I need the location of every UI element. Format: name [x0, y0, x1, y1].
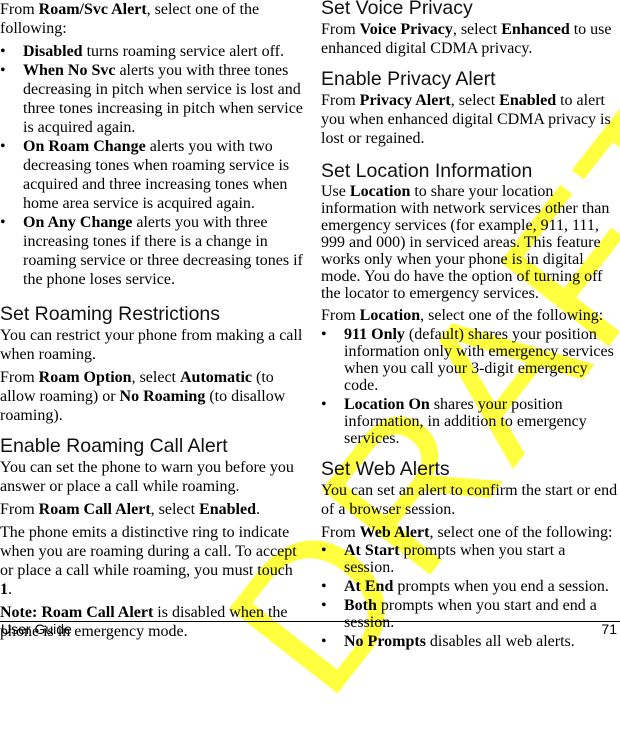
location-para: Use Location to share your location info… [321, 183, 610, 302]
heading-privacy-alert: Enable Privacy Alert [321, 68, 496, 90]
list-item: • Location On shares your position inform… [321, 396, 587, 447]
privacy-alert-para: From Privacy Alert, select Enabled to al… [321, 92, 611, 147]
web-alert-select-para: From Web Alert, select one of the follow… [321, 524, 613, 541]
location-options-list: • 911 Only (default) shares your position… [321, 326, 619, 447]
footer-title: User Guide [1, 621, 72, 637]
heading-roaming-restrictions: Set Roaming Restrictions [0, 303, 221, 325]
bullet-icon: • [0, 214, 6, 231]
heading-voice-privacy: Set Voice Privacy [321, 0, 473, 19]
location-select-para: From Location, select one of the followi… [321, 307, 604, 324]
roaming-call-alert-para: You can set the phone to warn you before… [0, 459, 294, 495]
bullet-icon: • [0, 43, 6, 60]
heading-location: Set Location Information [321, 160, 533, 182]
heading-web-alerts: Set Web Alerts [321, 458, 450, 480]
list-item: • 911 Only (default) shares your position… [321, 326, 614, 394]
bullet-icon: • [0, 138, 6, 155]
list-item: • Disabled turns roaming service alert of… [0, 43, 284, 60]
list-item: • Both prompts when you start and end a s… [321, 597, 597, 631]
list-item: • At End prompts when you end a session. [321, 578, 609, 595]
roam-alert-options-list: • Disabled turns roaming service alert of… [0, 42, 306, 289]
roaming-restrictions-para: You can restrict your phone from making … [0, 327, 303, 363]
voice-privacy-para: From Voice Privacy, select Enhanced to u… [321, 21, 612, 57]
bullet-icon: • [321, 396, 327, 413]
heading-roaming-call-alert: Enable Roaming Call Alert [0, 435, 228, 457]
right-column: Set Voice Privacy From Voice Privacy, se… [321, 0, 619, 650]
page-number: 71 [601, 621, 617, 637]
bullet-icon: • [321, 597, 327, 614]
list-item: • When No Svc alerts you with three tones… [0, 62, 303, 136]
list-item: • At Start prompts when you start a sessi… [321, 542, 566, 576]
roam-call-alert-instruction: From Roam Call Alert, select Enabled. [0, 501, 260, 518]
bullet-icon: • [0, 62, 6, 79]
bullet-icon: • [321, 578, 327, 595]
list-item: • On Roam Change alerts you with two decr… [0, 138, 290, 212]
bullet-icon: • [321, 542, 327, 559]
roam-alert-intro: From Roam/Svc Alert, select one of the f… [0, 1, 260, 37]
web-alerts-para: You can set an alert to confirm the star… [321, 482, 618, 518]
distinctive-ring-para: The phone emits a distinctive ring to in… [0, 524, 297, 598]
left-column: From Roam/Svc Alert, select one of the f… [0, 0, 306, 645]
footer-divider [0, 621, 620, 622]
list-item: • No Prompts disables all web alerts. [321, 633, 575, 650]
roam-option-para: From Roam Option, select Automatic (to a… [0, 369, 286, 424]
list-item: • On Any Change alerts you with three inc… [0, 214, 303, 288]
bullet-icon: • [321, 326, 327, 343]
bullet-icon: • [321, 633, 327, 650]
web-alert-options-list: • At Start prompts when you start a sessi… [321, 542, 619, 650]
